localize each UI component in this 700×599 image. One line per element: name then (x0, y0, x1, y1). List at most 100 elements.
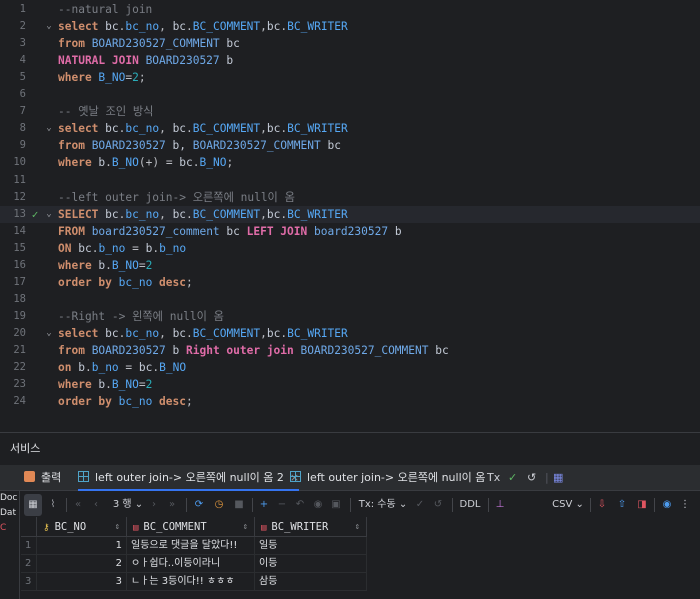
code-line[interactable]: 16 where b.B_NO=2 (0, 257, 700, 274)
code-line[interactable]: 19 --Right -> 왼쪽에 null이 옴 (0, 308, 700, 325)
pin-icon[interactable]: ⊥ (494, 494, 506, 516)
code-line[interactable]: 24 order by bc_no desc; (0, 393, 700, 410)
code-line[interactable]: 22 on b.b_no = bc.B_NO (0, 359, 700, 376)
refresh-icon[interactable]: ⟳ (192, 494, 206, 516)
code-text[interactable]: SELECT bc.bc_no, bc.BC_COMMENT,bc.BC_WRI… (58, 206, 348, 223)
code-text[interactable]: -- 옛날 조인 방식 (58, 103, 153, 120)
compare-icon[interactable]: ◨ (636, 494, 648, 516)
left-strip-item[interactable]: Doc (0, 493, 17, 503)
column-header-bc-comment[interactable]: ▤ BC_COMMENT ⇕ (127, 517, 255, 537)
rollback-icon[interactable]: ↺ (527, 465, 536, 491)
code-line[interactable]: 3 from BOARD230527_COMMENT bc (0, 35, 700, 52)
add-row-icon[interactable]: + (258, 494, 270, 516)
more-options-icon[interactable]: ⋮ (680, 494, 690, 516)
code-text[interactable]: from BOARD230527 b Right outer join BOAR… (58, 342, 449, 359)
tab-result-1[interactable]: left outer join-> 오른쪽에 null이 옴 2× (78, 465, 300, 491)
prev-page-icon[interactable]: ‹ (90, 494, 102, 516)
commit-icon[interactable]: ✓ (508, 465, 517, 491)
fold-chevron-icon[interactable]: ⌄ (44, 325, 54, 342)
sort-icon[interactable]: ⇕ (115, 517, 120, 537)
code-text[interactable]: select bc.bc_no, bc.BC_COMMENT,bc.BC_WRI… (58, 120, 348, 137)
code-line[interactable]: 2 ⌄ select bc.bc_no, bc.BC_COMMENT,bc.BC_W… (0, 18, 700, 35)
rows-count-selector[interactable]: 3 행 ⌄ (112, 494, 144, 516)
code-text[interactable]: --left outer join-> 오른쪽에 null이 옴 (58, 189, 295, 206)
code-text[interactable]: from BOARD230527 b, BOARD230527_COMMENT … (58, 137, 341, 154)
history-icon[interactable]: ◷ (212, 494, 226, 516)
code-text[interactable]: where b.B_NO(+) = bc.B_NO; (58, 154, 233, 171)
cell-bc-no[interactable]: 1 (37, 537, 127, 555)
code-text[interactable]: where b.B_NO=2 (58, 257, 152, 274)
table-view-icon[interactable]: ▦ (24, 494, 42, 516)
cell-bc-comment[interactable]: 일등으로 댓글을 달았다!! (127, 537, 255, 555)
fold-chevron-icon[interactable]: ⌄ (44, 18, 54, 35)
code-text[interactable]: NATURAL JOIN BOARD230527 b (58, 52, 233, 69)
code-line[interactable]: 9 from BOARD230527 b, BOARD230527_COMMENT… (0, 137, 700, 154)
tx-mode-selector[interactable]: Tx: 수동 ⌄ (356, 494, 410, 516)
code-text[interactable]: --Right -> 왼쪽에 null이 옴 (58, 308, 224, 325)
code-text[interactable]: from BOARD230527_COMMENT bc (58, 35, 240, 52)
rollback-icon[interactable]: ↺ (432, 494, 444, 516)
code-line[interactable]: 13 ✓ ⌄ SELECT bc.bc_no, bc.BC_COMMENT,bc.BC… (0, 205, 700, 223)
upload-icon[interactable]: ⇧ (616, 494, 628, 516)
eye-icon[interactable]: ◉ (660, 494, 674, 516)
code-text[interactable]: order by bc_no desc; (58, 274, 193, 291)
cell-bc-comment[interactable]: ㅇㅏ쉽다..이등이라니 (127, 555, 255, 573)
column-header-bc-writer[interactable]: ▤ BC_WRITER ⇕ (255, 517, 367, 537)
cell-bc-no[interactable]: 2 (37, 555, 127, 573)
sql-editor[interactable]: 1 --natural join 2 ⌄ select bc.bc_no, bc.BC_… (0, 0, 700, 432)
code-text[interactable]: on b.b_no = bc.B_NO (58, 359, 186, 376)
column-header-bc-no[interactable]: ⚷ BC_NO ⇕ (37, 517, 127, 537)
panel-divider[interactable] (0, 432, 700, 433)
code-text[interactable]: --natural join (58, 1, 152, 18)
cell-bc-writer[interactable]: 삼등 (255, 573, 367, 591)
ddl-button[interactable]: DDL (458, 494, 482, 516)
code-line[interactable]: 10 where b.B_NO(+) = bc.B_NO; (0, 154, 700, 171)
code-line[interactable]: 12 --left outer join-> 오른쪽에 null이 옴 (0, 189, 700, 206)
code-line[interactable]: 17 order by bc_no desc; (0, 274, 700, 291)
cell-bc-no[interactable]: 3 (37, 573, 127, 591)
last-page-icon[interactable]: » (166, 494, 178, 516)
stop-icon[interactable]: ■ (232, 494, 246, 516)
left-strip-item[interactable]: C (0, 523, 6, 533)
code-text[interactable]: FROM board230527_comment bc LEFT JOIN bo… (58, 223, 402, 240)
code-line[interactable]: 11 (0, 172, 700, 189)
code-line[interactable]: 20 ⌄ select bc.bc_no, bc.BC_COMMENT,bc.BC_… (0, 325, 700, 342)
code-text[interactable]: where b.B_NO=2 (58, 376, 152, 393)
execution-success-icon[interactable]: ✓ (29, 206, 41, 223)
delete-row-icon[interactable]: − (276, 494, 288, 516)
tab-result-2[interactable]: left outer join-> 오른쪽에 null이 옴 (290, 465, 485, 491)
view-icon[interactable]: ◉ (312, 494, 324, 516)
code-text[interactable]: select bc.bc_no, bc.BC_COMMENT,bc.BC_WRI… (58, 325, 348, 342)
sort-icon[interactable]: ⇕ (243, 517, 248, 537)
next-page-icon[interactable]: › (148, 494, 160, 516)
code-line[interactable]: 7 -- 옛날 조인 방식 (0, 103, 700, 120)
download-icon[interactable]: ⇩ (596, 494, 608, 516)
code-line[interactable]: 1 --natural join (0, 1, 700, 18)
code-line[interactable]: 6 (0, 86, 700, 103)
cell-bc-writer[interactable]: 일등 (255, 537, 367, 555)
code-line[interactable]: 23 where b.B_NO=2 (0, 376, 700, 393)
tab-output[interactable]: 출력 (24, 465, 61, 491)
revert-icon[interactable]: ↶ (294, 494, 306, 516)
code-text[interactable]: where B_NO=2; (58, 69, 146, 86)
code-text[interactable]: select bc.bc_no, bc.BC_COMMENT,bc.BC_WRI… (58, 18, 348, 35)
sort-icon[interactable]: ⇕ (355, 517, 360, 537)
left-strip-item[interactable]: Dat (0, 508, 16, 518)
code-text[interactable]: ON bc.b_no = b.b_no (58, 240, 186, 257)
fold-chevron-icon[interactable]: ⌄ (44, 206, 54, 223)
tx-button[interactable]: Tx (487, 465, 500, 491)
chart-view-icon[interactable]: ⌇ (46, 494, 60, 516)
save-icon[interactable]: ▣ (330, 494, 342, 516)
cell-bc-comment[interactable]: ㄴㅏ는 3등이다!! ㅎㅎㅎ (127, 573, 255, 591)
first-page-icon[interactable]: « (72, 494, 84, 516)
layout-grid-icon[interactable]: ▦ (553, 465, 563, 491)
code-line[interactable]: 8 ⌄ select bc.bc_no, bc.BC_COMMENT,bc.BC_W… (0, 120, 700, 137)
cell-bc-writer[interactable]: 이등 (255, 555, 367, 573)
code-text[interactable]: order by bc_no desc; (58, 393, 193, 410)
code-line[interactable]: 5 where B_NO=2; (0, 69, 700, 86)
fold-chevron-icon[interactable]: ⌄ (44, 120, 54, 137)
code-line[interactable]: 18 (0, 291, 700, 308)
export-format-selector[interactable]: CSV ⌄ (552, 494, 584, 516)
code-line[interactable]: 4 NATURAL JOIN BOARD230527 b (0, 52, 700, 69)
code-line[interactable]: 21 from BOARD230527 b Right outer join BO… (0, 342, 700, 359)
